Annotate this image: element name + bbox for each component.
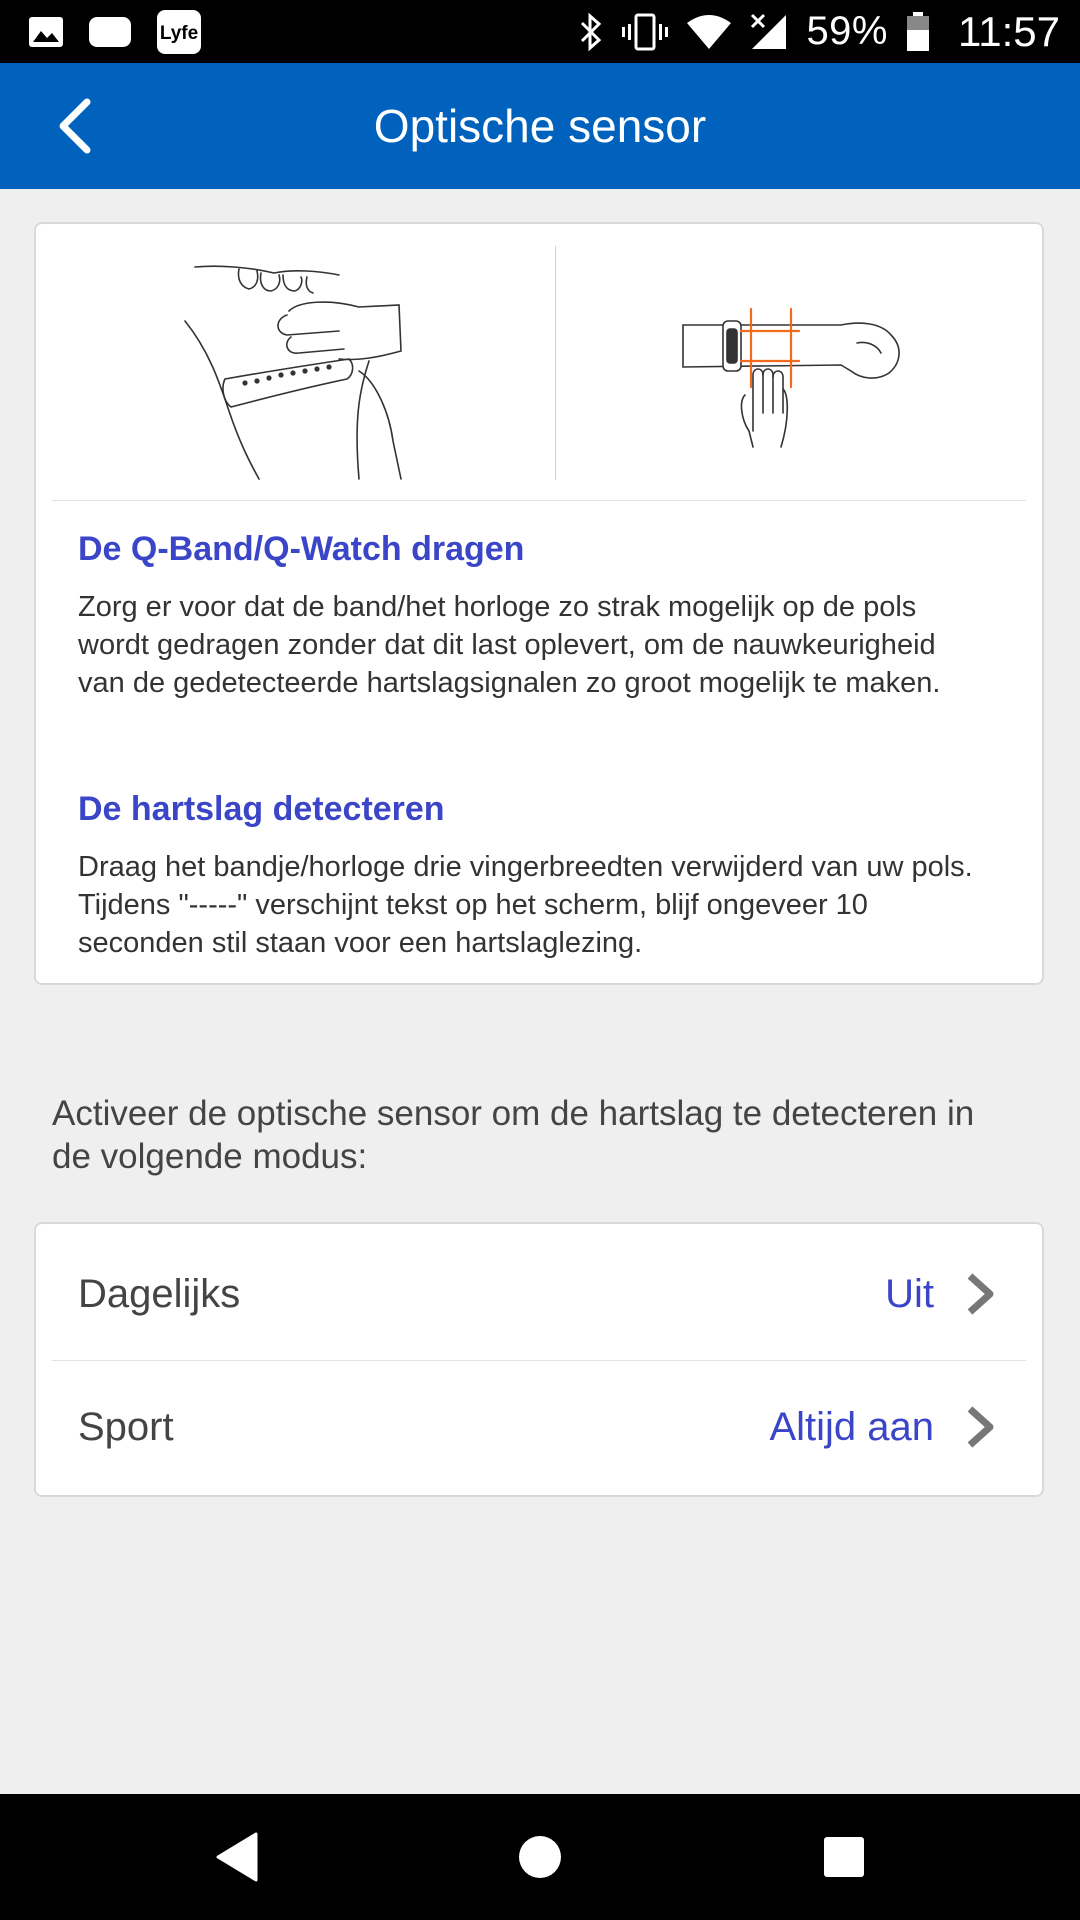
chevron-right-icon bbox=[967, 1406, 994, 1448]
image-icon bbox=[28, 16, 64, 48]
home-circle-icon bbox=[519, 1836, 561, 1878]
vibrate-icon bbox=[622, 12, 669, 52]
nav-recents-button[interactable] bbox=[814, 1827, 874, 1887]
illustration-row bbox=[52, 242, 1026, 501]
lyfe-app-icon: Lyfe bbox=[156, 9, 202, 55]
section-body-wearing: Zorg er voor dat de band/het horloge zo … bbox=[78, 591, 941, 699]
chevron-right-icon bbox=[967, 1273, 994, 1315]
mode-intro-text: Activeer de optische sensor om de hartsl… bbox=[52, 1094, 975, 1176]
app-bar: Optische sensor bbox=[0, 63, 1080, 189]
nav-home-button[interactable] bbox=[510, 1827, 570, 1887]
back-triangle-icon bbox=[216, 1832, 258, 1882]
section-title-detecting: De hartslag detecteren bbox=[78, 790, 445, 828]
clock: 11:57 bbox=[958, 7, 1060, 55]
nav-back-button[interactable] bbox=[206, 1827, 266, 1887]
page-title: Optische sensor bbox=[373, 100, 707, 152]
mode-list: Dagelijks Uit Sport Altijd aan bbox=[34, 1222, 1044, 1497]
svg-text:Lyfe: Lyfe bbox=[160, 23, 198, 44]
signal-icon bbox=[750, 13, 788, 51]
section-body-detecting: Draag het bandje/horloge drie vingerbree… bbox=[78, 851, 973, 959]
info-card: De Q-Band/Q-Watch dragen Zorg er voor da… bbox=[34, 222, 1044, 985]
battery-icon bbox=[906, 11, 930, 52]
mode-label-daily: Dagelijks bbox=[78, 1272, 241, 1316]
mode-row-daily[interactable]: Dagelijks Uit bbox=[36, 1228, 1042, 1360]
battery-percentage: 59% bbox=[806, 9, 888, 53]
mode-value-sport: Altijd aan bbox=[769, 1405, 934, 1449]
finger-width-illustration bbox=[556, 242, 1026, 500]
section-title-wearing: De Q-Band/Q-Watch dragen bbox=[78, 530, 525, 568]
mode-value-daily: Uit bbox=[885, 1272, 934, 1316]
wifi-icon bbox=[686, 13, 732, 51]
chat-icon bbox=[88, 15, 132, 49]
mode-row-sport[interactable]: Sport Altijd aan bbox=[36, 1361, 1042, 1493]
wearing-band-illustration bbox=[52, 242, 536, 500]
system-nav-bar bbox=[0, 1794, 1080, 1920]
mode-label-sport: Sport bbox=[78, 1405, 174, 1449]
recents-square-icon bbox=[824, 1837, 864, 1877]
bluetooth-icon bbox=[578, 12, 604, 52]
status-bar: Lyfe 59% 11:57 bbox=[0, 0, 1080, 63]
